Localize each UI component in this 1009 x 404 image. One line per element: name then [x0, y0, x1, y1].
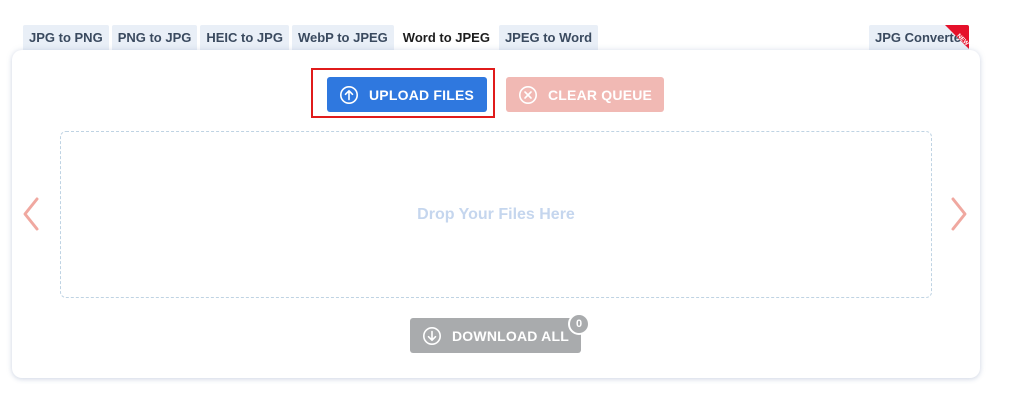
arrow-up-circle-icon [339, 85, 359, 105]
chevron-left-icon [23, 197, 39, 231]
tab-jpg-converter[interactable]: JPG Converter NEW [869, 25, 969, 50]
upload-files-button[interactable]: UPLOAD FILES [327, 77, 487, 112]
clear-queue-label: CLEAR QUEUE [548, 86, 653, 103]
download-all-label: DOWNLOAD ALL [452, 327, 569, 344]
download-all-button[interactable]: DOWNLOAD ALL [410, 318, 581, 353]
tab-heic-to-jpg[interactable]: HEIC to JPG [200, 25, 289, 50]
x-circle-icon [518, 85, 538, 105]
tab-png-to-jpg[interactable]: PNG to JPG [111, 25, 198, 50]
next-arrow-button[interactable] [948, 196, 970, 232]
download-count-badge: 0 [568, 313, 590, 335]
tab-webp-to-jpeg[interactable]: WebP to JPEG [291, 25, 394, 50]
dropzone-text: Drop Your Files Here [417, 205, 575, 223]
converter-tabs: JPG to PNG PNG to JPG HEIC to JPG WebP t… [23, 25, 599, 50]
tab-jpg-to-png[interactable]: JPG to PNG [23, 25, 109, 50]
tab-jpeg-to-word[interactable]: JPEG to Word [498, 25, 599, 50]
file-dropzone[interactable]: Drop Your Files Here [60, 131, 932, 298]
chevron-right-icon [951, 197, 967, 231]
upload-files-label: UPLOAD FILES [369, 86, 475, 103]
prev-arrow-button[interactable] [20, 196, 42, 232]
arrow-down-circle-icon [422, 326, 442, 346]
converter-widget: JPG to PNG PNG to JPG HEIC to JPG WebP t… [0, 0, 1009, 404]
tab-word-to-jpeg[interactable]: Word to JPEG [396, 25, 496, 50]
clear-queue-button[interactable]: CLEAR QUEUE [506, 77, 664, 112]
